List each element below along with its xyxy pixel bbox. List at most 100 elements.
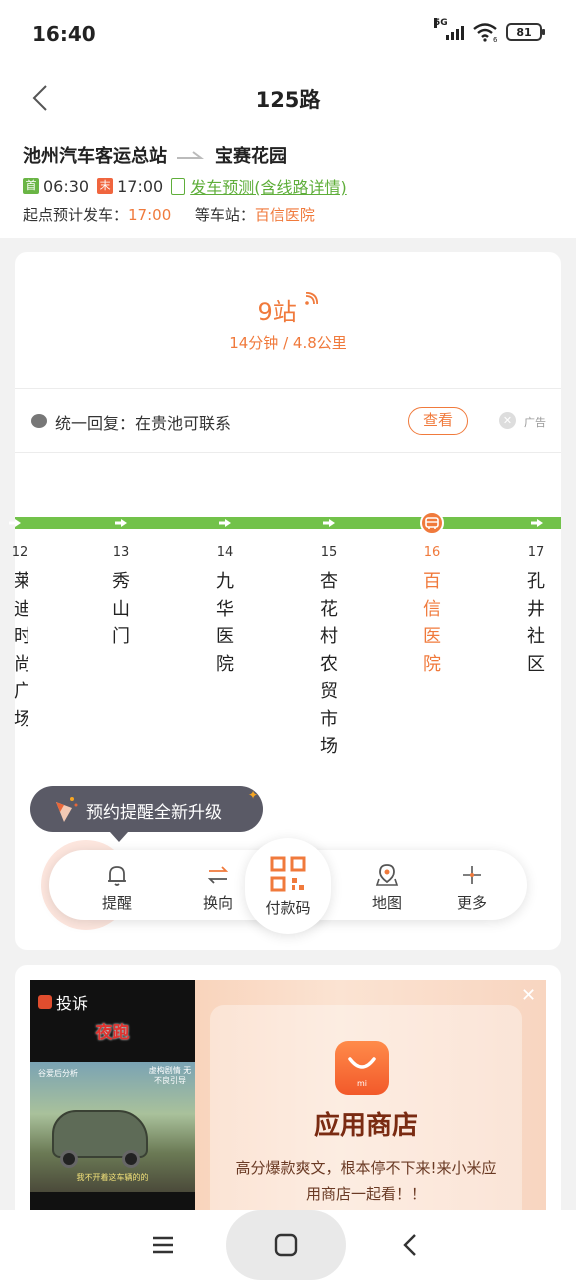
promo-description: 高分爆款爽文，根本停不下来!来小米应用商店一起看！！ <box>235 1159 497 1203</box>
chat-bubble-icon <box>31 414 47 428</box>
arrow-right-icon <box>219 519 231 527</box>
video-thumbnail[interactable]: 投诉 夜跑 谷爱后分析 虚构剧情 无不良引导 我不开着这车辆的的 <box>30 980 195 1225</box>
close-icon[interactable]: ✕ <box>521 985 536 1006</box>
stop-name: 杏花村农贸市场 <box>320 571 338 757</box>
stop-item[interactable]: 17 孔井社区 <box>521 545 551 678</box>
stop-item[interactable]: 12 莱迪时尚广场 <box>5 545 35 733</box>
video-subtitle: 我不开着这车辆的的 <box>76 1173 149 1182</box>
ad-view-button[interactable]: 查看 <box>408 407 468 435</box>
first-bus-time: 06:30 <box>43 176 90 196</box>
plus-icon <box>463 866 481 884</box>
app-store-icon: mi <box>335 1041 389 1095</box>
stop-name: 秀山门 <box>112 571 130 647</box>
arrow-right-icon <box>531 519 543 527</box>
switch-direction-button[interactable]: 换向 <box>183 850 253 920</box>
arrow-right-icon <box>323 519 335 527</box>
svg-text:mi: mi <box>357 1079 367 1088</box>
switch-direction-label: 换向 <box>202 894 233 912</box>
tooltip-text: 预约提醒全新升级 <box>86 803 222 823</box>
stop-number: 14 <box>216 545 234 560</box>
stop-name: 孔井社区 <box>527 571 545 675</box>
bus-arrival-card: 9站 14分钟 / 4.8公里 统一回复：在贵池可联系 查看 ✕ 广告 12 莱… <box>9 252 561 950</box>
ad-banner[interactable]: 统一回复：在贵池可联系 查看 ✕ 广告 <box>15 389 561 453</box>
system-back-button[interactable] <box>395 1230 425 1260</box>
departure-forecast-link[interactable]: 发车预测(含线路详情) <box>171 174 347 198</box>
stop-number: 17 <box>527 545 545 560</box>
ad-text: 统一回复：在贵池可联系 <box>55 414 232 433</box>
status-icons: 5G 6 81 <box>434 18 545 42</box>
reminder-upgrade-tooltip[interactable]: 预约提醒全新升级 ✦ <box>30 786 263 842</box>
eta-detail: 14分钟 / 4.8公里 <box>229 334 347 352</box>
stop-number: 12 <box>11 545 29 560</box>
wait-station-label: 等车站： <box>194 206 255 224</box>
square-icon <box>274 1233 298 1257</box>
first-bus-tag: 首 <box>23 178 39 194</box>
map-label: 地图 <box>371 894 402 912</box>
video-caption-right: 虚构剧情 无不良引导 <box>148 1066 192 1085</box>
eta-stations: 9站 <box>15 291 561 327</box>
video-caption-left: 谷爱后分析 <box>38 1069 78 1078</box>
promo-card[interactable]: 投诉 夜跑 谷爱后分析 虚构剧情 无不良引导 我不开着这车辆的的 ✕ mi 应用… <box>15 965 561 1225</box>
clipboard-icon <box>171 177 186 195</box>
wifi-icon: 6 <box>473 23 498 42</box>
stop-item[interactable]: 14 九华医院 <box>210 545 240 678</box>
ad-label: 广告 <box>524 416 546 429</box>
divider <box>15 452 561 453</box>
recents-button[interactable] <box>148 1230 178 1260</box>
sparkle-icon: ✦ <box>248 788 259 802</box>
more-button[interactable]: 更多 <box>437 850 507 920</box>
route-progress-line <box>9 511 561 535</box>
service-hours: 首 06:30 末 17:00 发车预测(含线路详情) <box>23 174 347 198</box>
route-origin: 池州汽车客运总站 <box>23 146 167 167</box>
last-bus-time: 17:00 <box>117 176 164 196</box>
system-nav-bar <box>0 1210 576 1280</box>
pay-code-label: 付款码 <box>265 899 311 917</box>
stop-name: 百信医院 <box>423 571 441 675</box>
more-label: 更多 <box>456 894 487 912</box>
promo-app-title: 应用商店 <box>313 1111 418 1141</box>
eta-stations-value: 9站 <box>257 298 297 326</box>
status-bar: 16:40 5G 6 81 <box>0 0 576 66</box>
wait-station[interactable]: 百信医院 <box>255 206 315 224</box>
battery-indicator: 81 <box>506 23 545 41</box>
depart-time: 17:00 <box>128 206 172 224</box>
remind-button[interactable]: 提醒 <box>82 850 152 920</box>
svg-text:6: 6 <box>493 36 498 42</box>
swap-arrows-icon <box>207 866 229 884</box>
depart-label: 起点预计发车： <box>23 206 129 224</box>
stop-item[interactable]: 13 秀山门 <box>106 545 136 651</box>
party-popper-icon <box>56 797 78 822</box>
home-button[interactable] <box>271 1230 301 1260</box>
stop-item[interactable]: 15 杏花村农贸市场 <box>314 545 344 761</box>
map-pin-icon <box>375 864 399 886</box>
page-title: 125路 <box>255 88 321 112</box>
status-time: 16:40 <box>32 22 96 46</box>
qr-code-icon <box>270 856 306 892</box>
pay-code-button[interactable]: 付款码 <box>245 838 331 934</box>
close-icon[interactable]: ✕ <box>499 412 516 429</box>
car-wheel <box>122 1150 140 1168</box>
stop-number: 15 <box>320 545 338 560</box>
route-destination: 宝赛花园 <box>215 146 287 167</box>
forecast-link-label: 发车预测(含线路详情) <box>190 178 347 197</box>
network-type-label: 5G <box>434 18 448 28</box>
route-header: 125路 池州汽车客运总站 宝赛花园 首 06:30 末 17:00 发车预测(… <box>0 66 576 238</box>
arrow-right-icon <box>115 519 127 527</box>
current-stop-marker <box>420 511 444 535</box>
complain-icon <box>38 995 52 1009</box>
video-complain-label: 投诉 <box>56 994 89 1013</box>
car-wheel <box>60 1150 78 1168</box>
stop-item-current[interactable]: 16 百信医院 <box>417 545 447 678</box>
video-title: 夜跑 <box>95 1023 130 1043</box>
direction-arrow-icon <box>177 151 204 159</box>
stop-name: 九华医院 <box>216 571 234 675</box>
bus-stop-icon <box>425 517 439 529</box>
bell-icon <box>108 866 126 886</box>
stop-number: 13 <box>112 545 130 560</box>
stop-name: 莱迪时尚广场 <box>14 571 28 730</box>
map-button[interactable]: 地图 <box>352 850 422 920</box>
route-endpoints: 池州汽车客运总站 宝赛花园 <box>23 142 287 168</box>
video-complain[interactable]: 投诉 <box>38 990 88 1014</box>
cellular-signal-icon: 5G <box>434 18 464 40</box>
last-bus-tag: 末 <box>97 178 114 194</box>
